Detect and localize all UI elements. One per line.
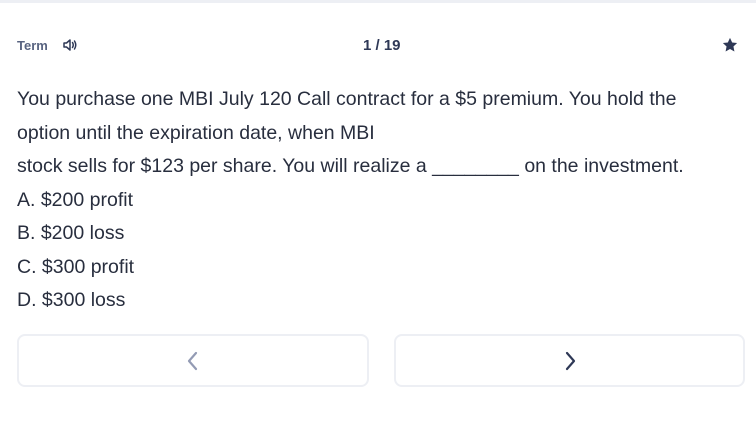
term-label: Term bbox=[17, 38, 48, 53]
next-card-button[interactable] bbox=[394, 334, 745, 387]
question-line: stock sells for $123 per share. You will… bbox=[17, 155, 684, 177]
card-counter: 1 / 19 bbox=[363, 37, 401, 54]
card-header: Term 1 / 19 bbox=[17, 37, 739, 57]
question-line: option until the expiration date, when M… bbox=[17, 121, 375, 144]
chevron-right-icon bbox=[565, 351, 575, 370]
speaker-icon[interactable] bbox=[62, 37, 78, 53]
answer-option-b: B. $200 loss bbox=[17, 222, 125, 244]
answer-option-a: A. $200 profit bbox=[17, 188, 133, 211]
answer-option-c: C. $300 profit bbox=[17, 255, 135, 278]
star-icon[interactable] bbox=[721, 36, 739, 54]
question-line: You purchase one MBI July 120 Call contr… bbox=[17, 88, 677, 110]
answer-option-d: D. $300 loss bbox=[17, 289, 126, 311]
chevron-left-icon bbox=[187, 351, 198, 370]
question-text: You purchase one MBI July 120 Call contr… bbox=[17, 83, 742, 318]
previous-card-button[interactable] bbox=[17, 334, 369, 387]
